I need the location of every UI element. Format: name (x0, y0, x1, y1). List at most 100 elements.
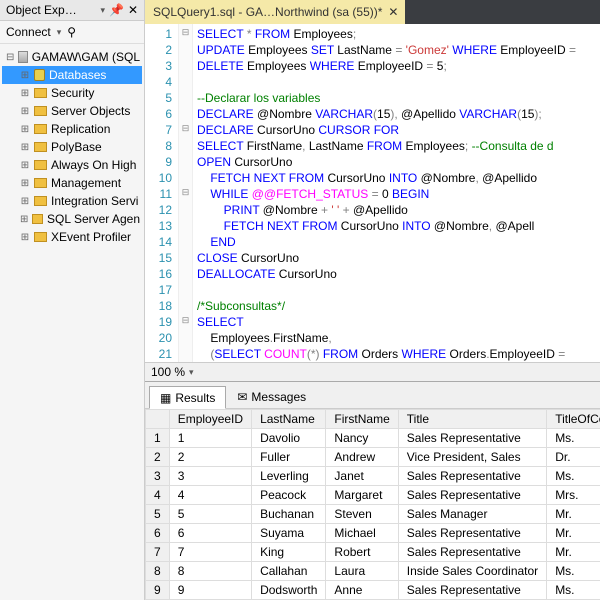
column-header[interactable]: EmployeeID (169, 410, 251, 429)
fold-marker[interactable]: ⊟ (179, 120, 192, 136)
cell[interactable]: Michael (326, 524, 398, 543)
cell[interactable]: Ms. (547, 429, 600, 448)
expand-icon[interactable]: ⊞ (20, 106, 30, 117)
cell[interactable]: Buchanan (252, 505, 326, 524)
expand-icon[interactable]: ⊞ (20, 214, 28, 225)
cell[interactable]: Laura (326, 562, 398, 581)
expand-icon[interactable]: ⊞ (20, 196, 30, 207)
code-line[interactable]: SELECT * FROM Employees; (197, 26, 596, 42)
code-line[interactable]: DELETE Employees WHERE EmployeeID = 5; (197, 58, 596, 74)
cell[interactable]: Anne (326, 581, 398, 600)
cell[interactable]: Ms. (547, 467, 600, 486)
cell[interactable]: Sales Manager (398, 505, 546, 524)
expand-icon[interactable]: ⊟ (6, 52, 14, 63)
expand-icon[interactable]: ⊞ (20, 88, 30, 99)
zoom-dropdown-icon[interactable]: ▾ (189, 367, 194, 378)
tree-node[interactable]: ⊞Integration Servi (2, 192, 142, 210)
cell[interactable]: 7 (169, 543, 251, 562)
cell[interactable]: 9 (169, 581, 251, 600)
pin-icon[interactable]: 📌 (109, 3, 124, 17)
cell[interactable]: Janet (326, 467, 398, 486)
code-line[interactable]: /*Subconsultas*/ (197, 298, 596, 314)
cell[interactable]: Dr. (547, 448, 600, 467)
table-row[interactable]: 77KingRobertSales RepresentativeMr.19 (146, 543, 600, 562)
cell[interactable]: Robert (326, 543, 398, 562)
cell[interactable]: Nancy (326, 429, 398, 448)
code-line[interactable]: OPEN CursorUno (197, 154, 596, 170)
messages-tab[interactable]: ✉ Messages (226, 386, 317, 408)
cell[interactable]: Steven (326, 505, 398, 524)
cell[interactable]: Inside Sales Coordinator (398, 562, 546, 581)
cell[interactable]: 6 (169, 524, 251, 543)
results-grid[interactable]: EmployeeIDLastNameFirstNameTitleTitleOfC… (145, 409, 600, 600)
cell[interactable]: Suyama (252, 524, 326, 543)
cell[interactable]: 2 (146, 448, 170, 467)
cell[interactable]: 4 (169, 486, 251, 505)
cell[interactable]: 3 (146, 467, 170, 486)
table-row[interactable]: 88CallahanLauraInside Sales CoordinatorM… (146, 562, 600, 581)
cell[interactable]: Mrs. (547, 486, 600, 505)
code-editor[interactable]: 12345678910111213141516171819202122 ⊟⊟⊟⊟… (145, 24, 600, 362)
code-area[interactable]: SELECT * FROM Employees;UPDATE Employees… (193, 24, 600, 362)
cell[interactable]: Sales Representative (398, 524, 546, 543)
editor-tab[interactable]: SQLQuery1.sql - GA…Northwind (sa (55))* … (145, 0, 405, 24)
tree-node[interactable]: ⊞XEvent Profiler (2, 228, 142, 246)
expand-icon[interactable]: ⊞ (20, 178, 30, 189)
table-row[interactable]: 99DodsworthAnneSales RepresentativeMs.19 (146, 581, 600, 600)
cell[interactable]: Mr. (547, 505, 600, 524)
cell[interactable]: 5 (146, 505, 170, 524)
code-line[interactable]: DECLARE CursorUno CURSOR FOR (197, 122, 596, 138)
code-line[interactable] (197, 74, 596, 90)
tree-node[interactable]: ⊞SQL Server Agen (2, 210, 142, 228)
table-row[interactable]: 66SuyamaMichaelSales RepresentativeMr.19 (146, 524, 600, 543)
table-row[interactable]: 44PeacockMargaretSales RepresentativeMrs… (146, 486, 600, 505)
cell[interactable]: 4 (146, 486, 170, 505)
cell[interactable]: 7 (146, 543, 170, 562)
connect-button[interactable]: Connect (6, 25, 51, 39)
cell[interactable]: Ms. (547, 562, 600, 581)
fold-marker[interactable]: ⊟ (179, 184, 192, 200)
code-line[interactable]: PRINT @Nombre + ' ' + @Apellido (197, 202, 596, 218)
cell[interactable]: 8 (146, 562, 170, 581)
cell[interactable]: Sales Representative (398, 581, 546, 600)
code-line[interactable]: CLOSE CursorUno (197, 250, 596, 266)
cell[interactable]: Sales Representative (398, 486, 546, 505)
cell[interactable]: Peacock (252, 486, 326, 505)
table-row[interactable]: 22FullerAndrewVice President, SalesDr.19 (146, 448, 600, 467)
cell[interactable]: 5 (169, 505, 251, 524)
table-row[interactable]: 33LeverlingJanetSales RepresentativeMs.1… (146, 467, 600, 486)
tree-node[interactable]: ⊞Replication (2, 120, 142, 138)
cell[interactable]: 6 (146, 524, 170, 543)
cell[interactable]: Andrew (326, 448, 398, 467)
tree-node[interactable]: ⊞PolyBase (2, 138, 142, 156)
cell[interactable]: Vice President, Sales (398, 448, 546, 467)
expand-icon[interactable]: ⊞ (20, 232, 30, 243)
cell[interactable]: Ms. (547, 581, 600, 600)
code-line[interactable]: Employees.FirstName, (197, 330, 596, 346)
cell[interactable]: 2 (169, 448, 251, 467)
expand-icon[interactable]: ⊞ (20, 160, 30, 171)
cell[interactable]: Mr. (547, 524, 600, 543)
cell[interactable]: Leverling (252, 467, 326, 486)
cell[interactable]: Callahan (252, 562, 326, 581)
dropdown-icon[interactable]: ▾ (100, 5, 105, 16)
table-row[interactable]: 55BuchananStevenSales ManagerMr.19 (146, 505, 600, 524)
tree-node[interactable]: ⊞Always On High (2, 156, 142, 174)
tree-node[interactable]: ⊞Security (2, 84, 142, 102)
cell[interactable]: Fuller (252, 448, 326, 467)
code-line[interactable]: FETCH NEXT FROM CursorUno INTO @Nombre, … (197, 170, 596, 186)
tree-node[interactable]: ⊞Management (2, 174, 142, 192)
connect-plug-icon[interactable]: ⚲ (67, 25, 76, 39)
results-tab[interactable]: ▦ Results (149, 386, 226, 409)
fold-marker[interactable]: ⊟ (179, 312, 192, 328)
column-header[interactable]: LastName (252, 410, 326, 429)
code-line[interactable]: (SELECT COUNT(*) FROM Orders WHERE Order… (197, 346, 596, 362)
cell[interactable]: Sales Representative (398, 543, 546, 562)
code-line[interactable]: UPDATE Employees SET LastName = 'Gomez' … (197, 42, 596, 58)
code-line[interactable]: DEALLOCATE CursorUno (197, 266, 596, 282)
cell[interactable]: Davolio (252, 429, 326, 448)
expand-icon[interactable]: ⊞ (20, 142, 30, 153)
cell[interactable]: Sales Representative (398, 429, 546, 448)
fold-marker[interactable]: ⊟ (179, 24, 192, 40)
cell[interactable]: Sales Representative (398, 467, 546, 486)
